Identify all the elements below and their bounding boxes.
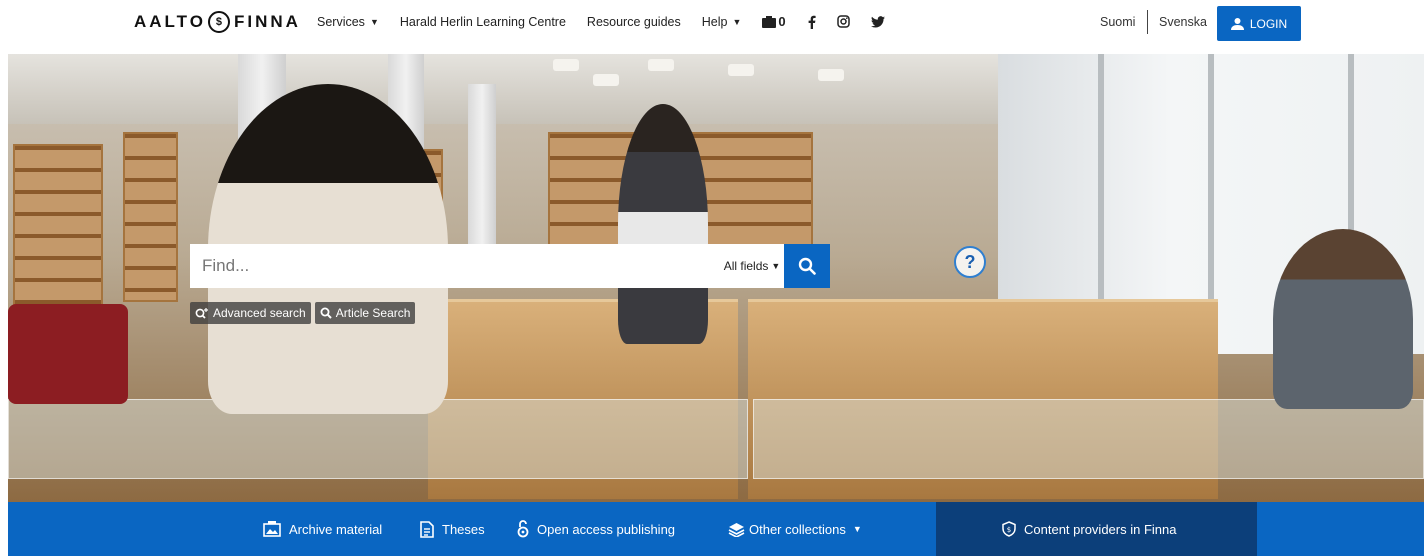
hero-red-chair (8, 304, 128, 404)
nav-open-access[interactable]: Open access publishing (517, 502, 675, 556)
instagram-link[interactable] (836, 15, 850, 28)
login-button[interactable]: LOGIN (1217, 6, 1301, 41)
bookbag-button[interactable]: 0 (762, 14, 786, 29)
archive-label: Archive material (289, 521, 383, 537)
instagram-icon (836, 15, 850, 28)
search-bar: All fields ▼ (190, 244, 830, 288)
facebook-link[interactable] (808, 15, 816, 29)
chevron-down-icon: ▼ (771, 261, 781, 271)
advanced-search-icon (195, 308, 208, 319)
search-icon (798, 257, 816, 275)
top-header: AALTO $ FINNA Services ▼ Harald Herlin L… (0, 0, 1424, 54)
logo-text-left: AALTO (134, 12, 206, 31)
advanced-search-label: Advanced search (213, 306, 306, 320)
nav-learning-centre[interactable]: Harald Herlin Learning Centre (400, 15, 566, 29)
collections-icon (728, 522, 745, 537)
nav-content-providers[interactable]: $ Content providers in Finna (1002, 502, 1176, 556)
nav-other-collections[interactable]: Other collections ▼ (728, 502, 862, 556)
login-label: LOGIN (1249, 16, 1288, 31)
facebook-icon (808, 15, 816, 29)
search-type-select[interactable]: All fields ▼ (720, 244, 784, 288)
document-icon (420, 520, 434, 538)
content-providers-label: Content providers in Finna (1024, 521, 1177, 537)
open-access-icon (517, 520, 529, 538)
bookbag-icon (762, 15, 777, 28)
search-button[interactable] (784, 244, 830, 288)
hero-lamp (553, 59, 579, 71)
main-nav: Services ▼ Harald Herlin Learning Centre… (317, 14, 906, 29)
hero-lamp (728, 64, 754, 76)
lang-suomi[interactable]: Suomi (1100, 15, 1135, 29)
chevron-down-icon: ▼ (852, 524, 862, 534)
search-input[interactable] (190, 244, 720, 288)
user-icon (1230, 17, 1244, 30)
advanced-search-link[interactable]: Advanced search (190, 302, 311, 324)
theses-label: Theses (442, 521, 485, 537)
help-icon: ? (964, 251, 976, 272)
other-collections-label: Other collections (749, 521, 846, 537)
hero-lamp (593, 74, 619, 86)
hero-person-man-seated (1273, 229, 1413, 409)
finna-shield-icon: $ (1002, 521, 1016, 537)
logo-text-right: FINNA (233, 12, 301, 31)
chevron-down-icon: ▼ (369, 16, 379, 27)
hero-glass-case (753, 399, 1424, 479)
nav-help-label: Help (701, 14, 728, 29)
hero-bookshelf (13, 144, 103, 314)
lang-divider (1147, 10, 1148, 34)
search-icon (320, 307, 332, 319)
article-search-link[interactable]: Article Search (314, 302, 416, 324)
bookbag-count: 0 (778, 14, 786, 29)
archive-icon (263, 521, 281, 537)
article-search-label: Article Search (335, 306, 411, 320)
finna-seal-icon: $ (207, 11, 230, 33)
hero-column (468, 84, 496, 244)
chevron-down-icon: ▼ (732, 16, 742, 27)
lang-svenska[interactable]: Svenska (1159, 15, 1207, 29)
twitter-icon (870, 15, 885, 28)
nav-services-label: Services (317, 14, 365, 29)
nav-services[interactable]: Services ▼ (317, 15, 379, 29)
search-help-button[interactable]: ? (954, 246, 986, 278)
nav-theses[interactable]: Theses (420, 502, 485, 556)
hero-bookshelf (123, 132, 178, 302)
open-access-label: Open access publishing (537, 521, 676, 537)
nav-resource-guides[interactable]: Resource guides (587, 15, 681, 29)
hero-person-man-standing (618, 104, 708, 344)
hero-lamp (818, 69, 844, 81)
collections-nav-bar: Archive material Theses Open access publ… (8, 502, 1424, 556)
svg-text:$: $ (1007, 526, 1011, 534)
search-type-label: All fields (723, 259, 769, 273)
twitter-link[interactable] (870, 15, 885, 28)
nav-archive-material[interactable]: Archive material (263, 502, 382, 556)
aalto-finna-logo[interactable]: AALTO $ FINNA (134, 10, 301, 34)
search-sub-links: Advanced search Article Search (190, 302, 416, 324)
hero-lamp (648, 59, 674, 71)
nav-help[interactable]: Help ▼ (702, 15, 742, 29)
